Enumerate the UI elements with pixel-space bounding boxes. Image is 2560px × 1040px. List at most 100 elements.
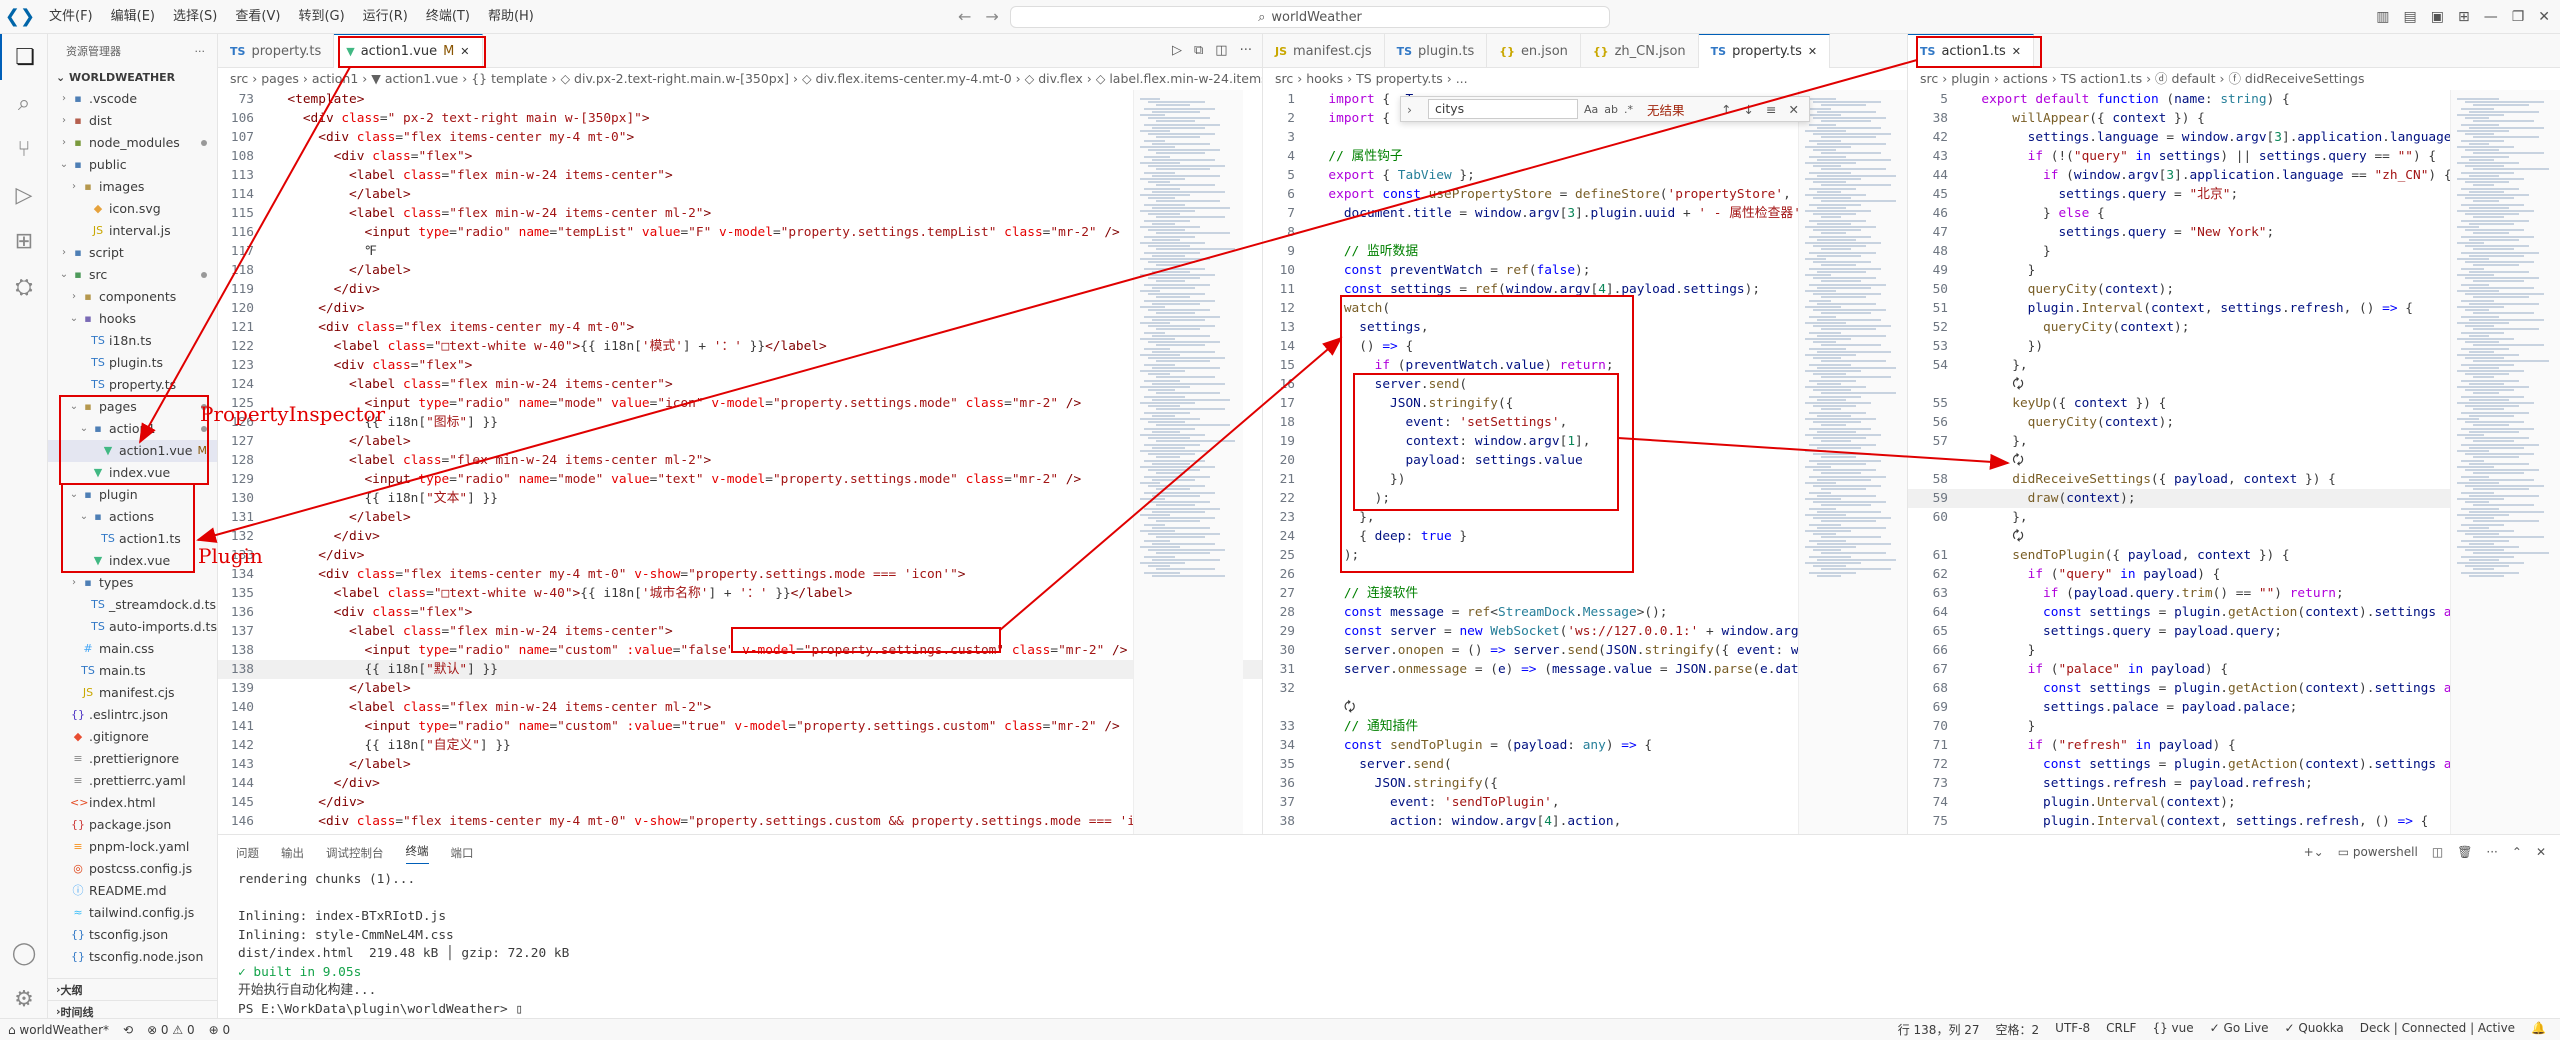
status-item[interactable]: ⊕ 0	[209, 1023, 231, 1037]
status-item[interactable]: 行 138，列 27	[1898, 1021, 1980, 1038]
layout-panel-icon[interactable]: ▤	[2404, 9, 2417, 25]
status-item[interactable]: Deck | Connected | Active	[2360, 1021, 2515, 1038]
tree-item[interactable]: ◆ icon.svg	[48, 198, 217, 220]
tree-item[interactable]: ▼ index.vue	[48, 462, 217, 484]
extensions-icon[interactable]: ⊞	[0, 218, 48, 264]
more-icon[interactable]: ···	[1240, 43, 1252, 58]
close-tab-icon[interactable]: ✕	[1808, 45, 1817, 58]
source-control-icon[interactable]: ⑂	[0, 126, 48, 172]
tree-item[interactable]: › ▪ dist	[48, 110, 217, 132]
panel-tab[interactable]: 端口	[451, 845, 474, 861]
forward-icon[interactable]: →	[985, 7, 998, 26]
menu-item-3[interactable]: 查看(V)	[226, 0, 289, 34]
split-terminal-icon[interactable]: ◫	[2432, 845, 2443, 859]
tree-item[interactable]: ⌄ ▪ action1	[48, 418, 217, 440]
close-icon[interactable]: ✕	[2538, 9, 2550, 25]
minimap-2[interactable]	[1798, 90, 1907, 834]
previous-match-icon[interactable]: ↑	[1721, 102, 1731, 117]
editor-tab[interactable]: TS property.ts ✕	[1698, 34, 1831, 68]
tree-item[interactable]: › ▪ node_modules	[48, 132, 217, 154]
tree-item[interactable]: › ▪ components	[48, 286, 217, 308]
panel-tab[interactable]: 终端	[405, 843, 429, 864]
menu-item-0[interactable]: 文件(F)	[40, 0, 102, 34]
editor-tab[interactable]: {} en.json	[1487, 34, 1581, 68]
workspace-root[interactable]: ⌄ WORLDWEATHER	[48, 68, 217, 88]
tree-item[interactable]: ≡ .prettierrc.yaml	[48, 770, 217, 792]
tree-item[interactable]: {} tsconfig.node.json	[48, 946, 217, 968]
tree-item[interactable]: TS i18n.ts	[48, 330, 217, 352]
tree-item[interactable]: TS auto-imports.d.ts	[48, 616, 217, 638]
compare-icon[interactable]: ⧉	[1194, 43, 1203, 58]
panel-tab[interactable]: 输出	[281, 845, 304, 861]
editor-tab[interactable]: ▼ action1.vue M ✕	[334, 34, 483, 68]
more-icon[interactable]: ···	[2486, 845, 2497, 859]
tree-item[interactable]: › ▪ images	[48, 176, 217, 198]
breadcrumb-3[interactable]: src › plugin › actions › TS action1.ts ›…	[1908, 68, 2560, 90]
back-icon[interactable]: ←	[958, 7, 971, 26]
tree-item[interactable]: ▼ index.vue	[48, 550, 217, 572]
close-find-icon[interactable]: ✕	[1789, 102, 1799, 117]
toggle-replace-icon[interactable]: ›	[1407, 102, 1412, 117]
tree-item[interactable]: ◎ postcss.config.js	[48, 858, 217, 880]
terminal-output[interactable]: rendering chunks (1)... Inlining: index-B…	[218, 871, 2560, 1019]
editor-tab[interactable]: JS manifest.cjs	[1263, 34, 1385, 68]
explorer-icon[interactable]: ❏	[0, 34, 48, 80]
code-editor-1[interactable]: 73 <template> 106 <div class=" px-2 text-…	[218, 90, 1262, 834]
minimap-3[interactable]	[2450, 90, 2560, 834]
tree-item[interactable]: ≡ pnpm-lock.yaml	[48, 836, 217, 858]
tree-item[interactable]: JS manifest.cjs	[48, 682, 217, 704]
status-item[interactable]: 空格：2	[1996, 1021, 2040, 1038]
outline-section[interactable]: › 大纲	[48, 978, 217, 1000]
tree-item[interactable]: JS interval.js	[48, 220, 217, 242]
find-input[interactable]: citys	[1428, 99, 1578, 119]
tree-item[interactable]: ⌄ ▪ actions	[48, 506, 217, 528]
tree-item[interactable]: TS action1.ts	[48, 528, 217, 550]
remote-explorer-icon[interactable]: ⛭	[0, 264, 48, 310]
tree-item[interactable]: ≈ tailwind.config.js	[48, 902, 217, 924]
editor-tab[interactable]: {} zh_CN.json	[1581, 34, 1699, 68]
tree-item[interactable]: {} package.json	[48, 814, 217, 836]
breadcrumb-2[interactable]: src › hooks › TS property.ts › ...	[1263, 68, 1907, 90]
status-item[interactable]: UTF-8	[2055, 1021, 2090, 1038]
status-item[interactable]: CRLF	[2106, 1021, 2136, 1038]
status-item[interactable]: ⌂ worldWeather*	[8, 1023, 109, 1037]
tree-item[interactable]: ⓘ README.md	[48, 880, 217, 902]
tree-item[interactable]: TS property.ts	[48, 374, 217, 396]
editor-tab[interactable]: TS action1.ts ✕	[1908, 34, 2034, 68]
status-item[interactable]: 🔔	[2531, 1021, 2546, 1038]
tree-item[interactable]: {} tsconfig.json	[48, 924, 217, 946]
tree-item[interactable]: ⌄ ▪ public	[48, 154, 217, 176]
menu-item-6[interactable]: 终端(T)	[417, 0, 479, 34]
tree-item[interactable]: {} .eslintrc.json	[48, 704, 217, 726]
tree-item[interactable]: ▼ action1.vue M	[48, 440, 217, 462]
run-icon[interactable]: ▷	[1172, 43, 1182, 58]
panel-tab[interactable]: 问题	[236, 845, 259, 861]
tree-item[interactable]: › ▪ .vscode	[48, 88, 217, 110]
tree-item[interactable]: ≡ .prettierignore	[48, 748, 217, 770]
tree-item[interactable]: ⌄ ▪ hooks	[48, 308, 217, 330]
whole-word-icon[interactable]: ab	[1604, 103, 1618, 116]
minimize-icon[interactable]: —	[2484, 9, 2498, 25]
tree-item[interactable]: ◆ .gitignore	[48, 726, 217, 748]
menu-item-7[interactable]: 帮助(H)	[479, 0, 543, 34]
tree-item[interactable]: TS main.ts	[48, 660, 217, 682]
split-editor-icon[interactable]: ◫	[1215, 43, 1227, 58]
more-actions-icon[interactable]: ···	[195, 45, 206, 58]
editor-tab[interactable]: TS property.ts	[218, 34, 335, 68]
settings-gear-icon[interactable]: ⚙	[0, 976, 48, 1022]
editor-tab[interactable]: TS plugin.ts	[1385, 34, 1488, 68]
find-in-selection-icon[interactable]: ≡	[1766, 102, 1776, 117]
menu-item-2[interactable]: 选择(S)	[164, 0, 226, 34]
account-icon[interactable]: ◯	[0, 930, 48, 976]
status-item[interactable]: ✓ Go Live	[2210, 1021, 2269, 1038]
tree-item[interactable]: TS _streamdock.d.ts	[48, 594, 217, 616]
status-item[interactable]: {} vue	[2152, 1021, 2193, 1038]
status-item[interactable]: ⟲	[123, 1023, 133, 1037]
status-item[interactable]: ⊗ 0 ⚠ 0	[147, 1023, 195, 1037]
menu-item-5[interactable]: 运行(R)	[354, 0, 417, 34]
customize-layout-icon[interactable]: ⊞	[2458, 9, 2470, 25]
regex-icon[interactable]: .*	[1624, 103, 1633, 116]
menu-item-1[interactable]: 编辑(E)	[102, 0, 164, 34]
new-terminal-icon[interactable]: +⌄	[2304, 845, 2324, 859]
command-center-search[interactable]: ⌕ worldWeather	[1010, 6, 1610, 28]
